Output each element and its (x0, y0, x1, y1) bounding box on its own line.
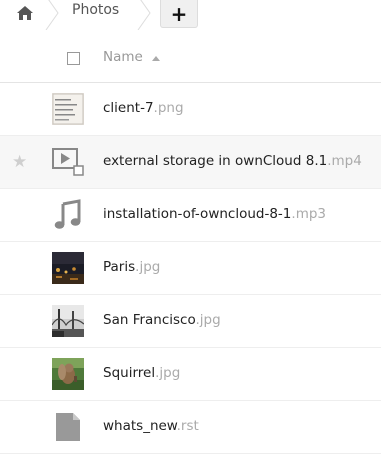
file-list-header: Name (0, 38, 381, 83)
file-row-installation[interactable]: installation-of-owncloud-8-1.mp3 (0, 189, 381, 242)
video-icon (52, 146, 84, 178)
file-extension: .mp4 (327, 153, 362, 169)
file-basename: installation-of-owncloud-8-1 (103, 206, 292, 222)
file-name[interactable]: San Francisco.jpg (103, 312, 221, 328)
file-name[interactable]: whats_new.rst (103, 418, 199, 434)
favorite-star-icon[interactable]: ★ (12, 154, 27, 171)
image-thumbnail (52, 305, 84, 337)
breadcrumb-separator (137, 0, 151, 30)
file-row-external-storage[interactable]: ★ external storage in ownCloud 8.1.mp4 (0, 136, 381, 189)
file-extension: .jpg (155, 365, 181, 381)
file-icon (52, 411, 84, 443)
file-list: client-7.png ★ external storage in ownCl… (0, 83, 381, 454)
file-name[interactable]: external storage in ownCloud 8.1.mp4 (103, 153, 362, 169)
name-column-header[interactable]: Name (103, 49, 143, 65)
file-extension: .mp3 (291, 206, 327, 222)
file-extension: .jpg (195, 312, 221, 328)
breadcrumb-separator (45, 0, 59, 30)
home-icon (17, 6, 33, 20)
breadcrumb: Photos + (0, 0, 381, 38)
image-thumbnail (52, 252, 84, 284)
file-row-paris[interactable]: Paris.jpg (0, 242, 381, 295)
file-basename: client-7 (103, 100, 154, 116)
new-button[interactable]: + (160, 0, 198, 28)
file-extension: .png (153, 100, 184, 116)
sort-ascending-icon[interactable] (152, 56, 160, 61)
breadcrumb-home[interactable] (5, 0, 45, 26)
breadcrumb-photos[interactable]: Photos (72, 2, 119, 18)
file-basename: Squirrel (103, 365, 156, 381)
file-row-client-7[interactable]: client-7.png (0, 83, 381, 136)
music-note-icon (52, 199, 84, 231)
file-name[interactable]: Paris.jpg (103, 259, 160, 275)
select-all-checkbox[interactable] (67, 52, 80, 65)
file-basename: external storage in ownCloud 8.1 (103, 153, 328, 169)
image-thumbnail (52, 358, 84, 390)
file-basename: whats_new (103, 418, 177, 434)
file-extension: .rst (176, 418, 199, 434)
file-name[interactable]: client-7.png (103, 100, 184, 116)
file-name[interactable]: installation-of-owncloud-8-1.mp3 (103, 206, 326, 222)
file-row-squirrel[interactable]: Squirrel.jpg (0, 348, 381, 401)
file-row-san-francisco[interactable]: San Francisco.jpg (0, 295, 381, 348)
file-basename: Paris (103, 259, 136, 275)
image-thumbnail (52, 93, 84, 125)
file-row-whats-new[interactable]: whats_new.rst (0, 401, 381, 454)
file-extension: .jpg (135, 259, 161, 275)
file-name[interactable]: Squirrel.jpg (103, 365, 180, 381)
file-basename: San Francisco (103, 312, 196, 328)
